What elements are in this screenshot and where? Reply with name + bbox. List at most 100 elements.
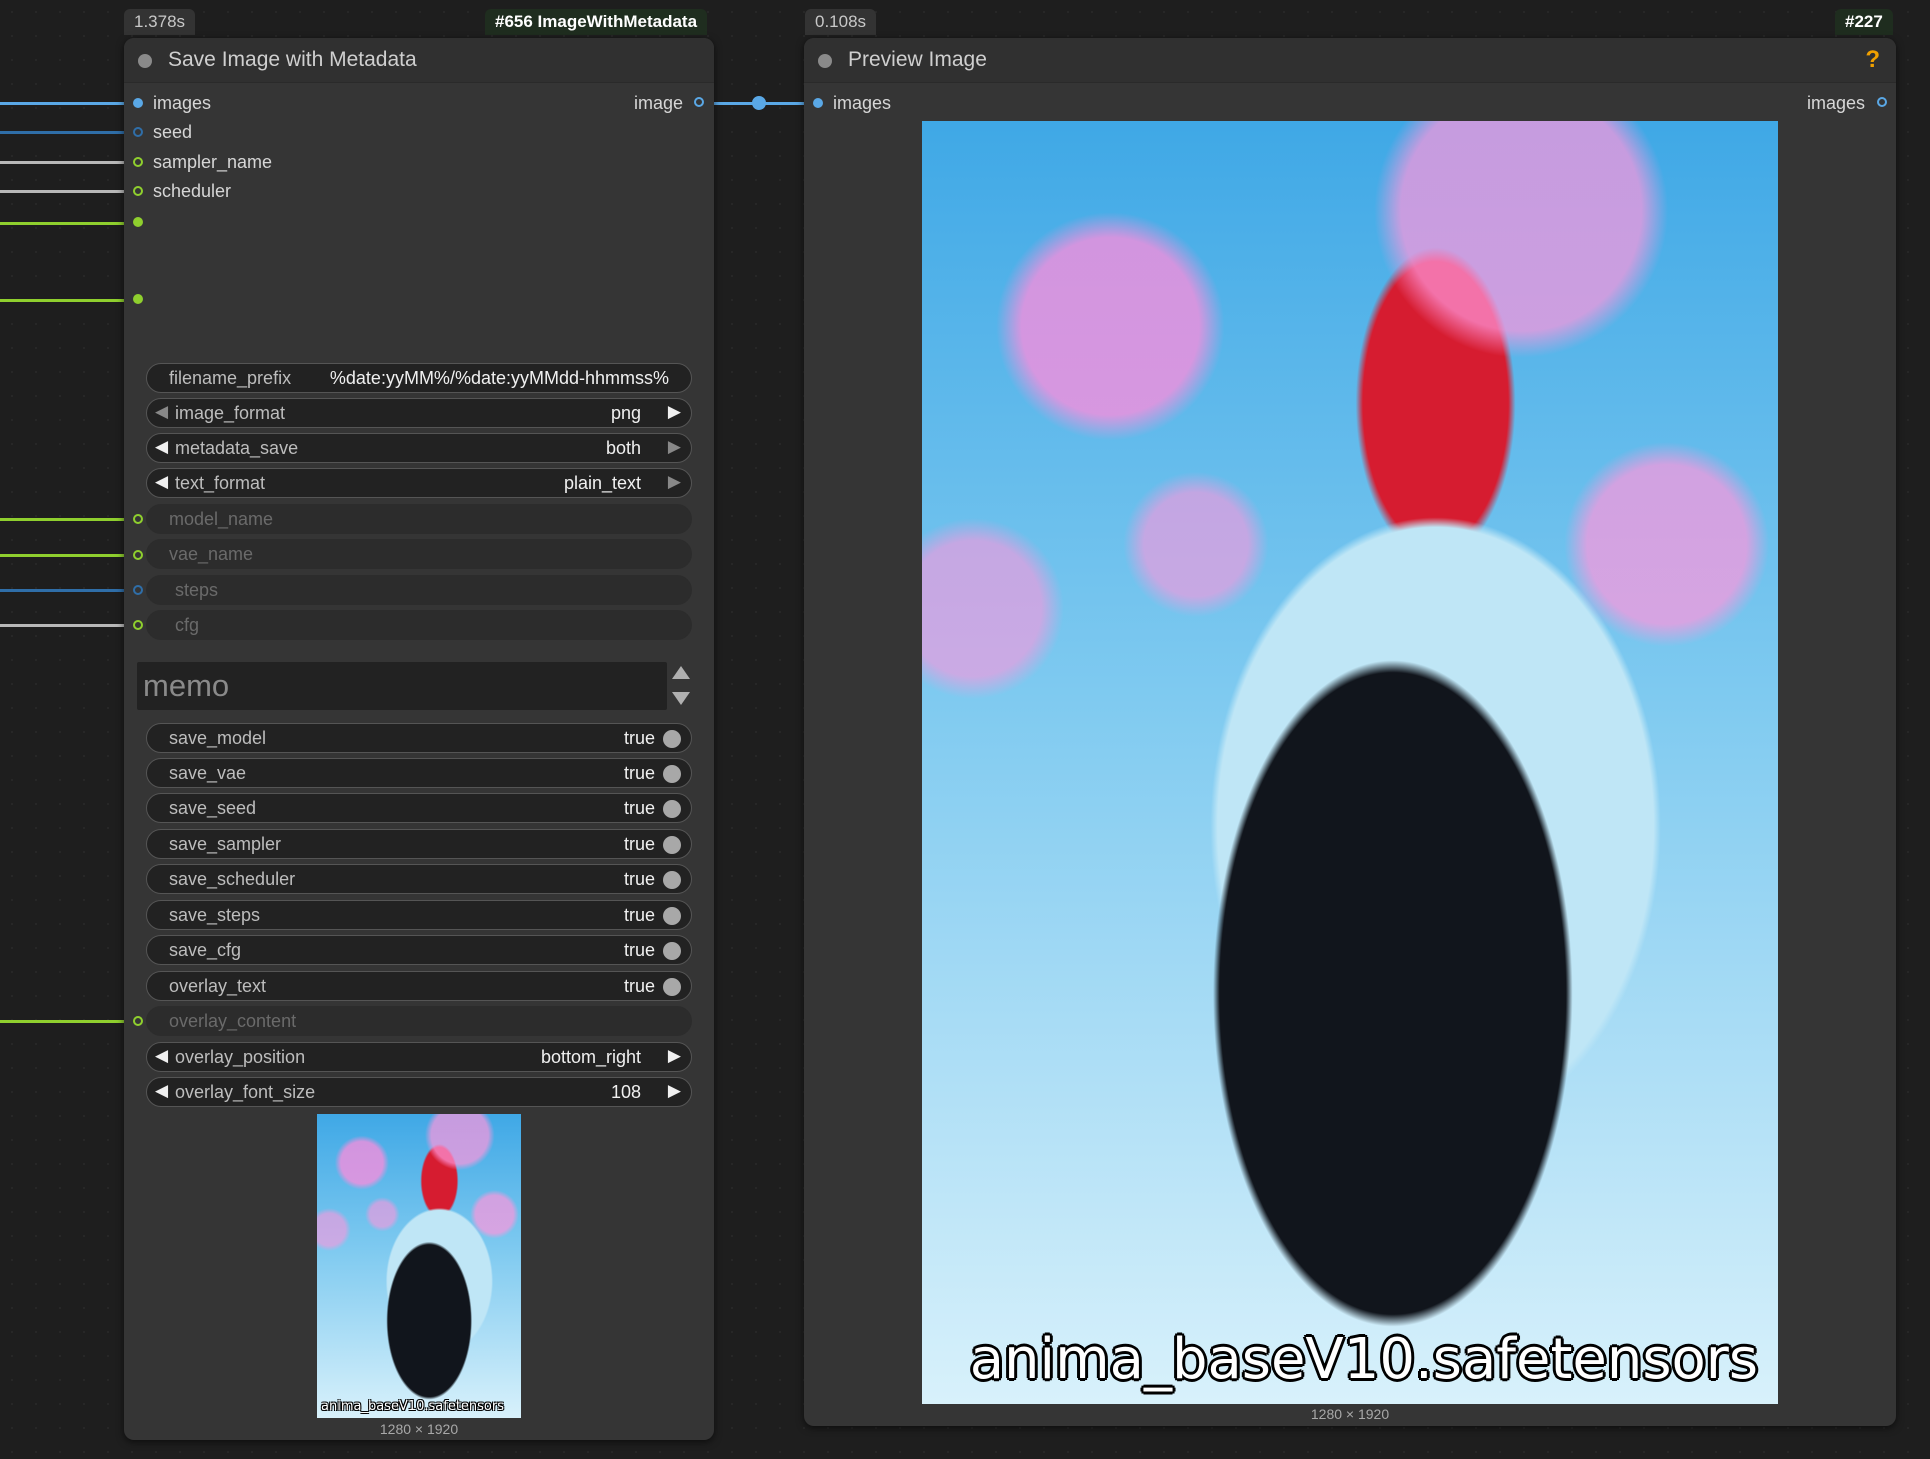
node-title-bar[interactable]: Preview Image ? — [804, 38, 1896, 83]
collapse-dot-icon[interactable] — [138, 54, 152, 68]
overlay-font-size-value: 108 — [610, 1082, 641, 1102]
input-slot-steps[interactable] — [133, 585, 143, 595]
input-slot-extra-1[interactable] — [133, 217, 143, 227]
cfg-label: cfg — [175, 615, 200, 635]
scroll-down-icon[interactable] — [672, 692, 690, 705]
save-steps-value: true — [623, 905, 655, 925]
time-badge: 1.378s — [124, 9, 196, 35]
memo-scrollbar[interactable] — [668, 662, 694, 710]
wire-reroute-dot[interactable] — [752, 96, 766, 110]
wire-scheduler — [0, 190, 124, 193]
model-name-field: model_name — [146, 504, 692, 534]
increment-arrow-icon[interactable]: ▶ — [668, 402, 681, 422]
thumbnail-dimensions: 1280 × 1920 — [379, 1421, 459, 1437]
toggle-knob-icon — [663, 907, 681, 925]
text-format-value: plain_text — [563, 473, 641, 493]
save-seed-value: true — [623, 798, 655, 818]
image-format-value: png — [610, 403, 641, 423]
save-seed-toggle[interactable]: save_seed true — [146, 793, 692, 823]
save-vae-toggle[interactable]: save_vae true — [146, 758, 692, 788]
metadata-save-label: metadata_save — [175, 438, 299, 458]
output-label-images: images — [1807, 93, 1866, 113]
output-slot-images[interactable] — [1877, 97, 1887, 107]
save-cfg-value: true — [623, 940, 655, 960]
toggle-knob-icon — [663, 978, 681, 996]
preview-dimensions: 1280 × 1920 — [1310, 1406, 1390, 1422]
decrement-arrow-icon[interactable]: ◀ — [155, 1046, 168, 1066]
input-slot-images[interactable] — [813, 98, 823, 108]
increment-arrow-icon[interactable]: ▶ — [668, 1046, 681, 1066]
time-badge: 0.108s — [805, 9, 877, 35]
overlay-content-label: overlay_content — [169, 1011, 297, 1031]
input-slot-images[interactable] — [133, 98, 143, 108]
overlay-text-toggle[interactable]: overlay_text true — [146, 971, 692, 1001]
input-slot-scheduler[interactable] — [133, 186, 143, 196]
input-slot-cfg[interactable] — [133, 620, 143, 630]
increment-arrow-icon[interactable]: ▶ — [668, 437, 681, 457]
save-sampler-toggle[interactable]: save_sampler true — [146, 829, 692, 859]
node-id-badge: #227 — [1835, 9, 1893, 35]
metadata-save-combo[interactable]: ◀ metadata_save both ▶ — [146, 433, 692, 463]
wire-steps — [0, 589, 124, 592]
save-steps-toggle[interactable]: save_steps true — [146, 900, 692, 930]
save-vae-label: save_vae — [169, 763, 247, 783]
save-scheduler-toggle[interactable]: save_scheduler true — [146, 864, 692, 894]
save-seed-label: save_seed — [169, 798, 257, 818]
save-scheduler-label: save_scheduler — [169, 869, 296, 889]
input-slot-overlay-content[interactable] — [133, 1016, 143, 1026]
collapse-dot-icon[interactable] — [818, 54, 832, 68]
node-title-bar[interactable]: Save Image with Metadata — [124, 38, 714, 83]
overlay-position-value: bottom_right — [540, 1047, 641, 1067]
memo-textarea[interactable]: memo — [137, 662, 667, 710]
preview-overlay-caption: anima_baseV10.safetensors — [969, 1327, 1758, 1392]
input-slot-extra-2[interactable] — [133, 294, 143, 304]
decrement-arrow-icon[interactable]: ◀ — [155, 472, 168, 492]
input-slot-sampler[interactable] — [133, 157, 143, 167]
toggle-knob-icon — [663, 871, 681, 889]
scroll-up-icon[interactable] — [672, 666, 690, 679]
decrement-arrow-icon[interactable]: ◀ — [155, 1081, 168, 1101]
image-format-combo[interactable]: ◀ image_format png ▶ — [146, 398, 692, 428]
wire-vae-name — [0, 554, 124, 557]
save-model-label: save_model — [169, 728, 267, 748]
vae-name-label: vae_name — [169, 544, 254, 564]
text-format-label: text_format — [175, 473, 266, 493]
save-cfg-toggle[interactable]: save_cfg true — [146, 935, 692, 965]
wire-sampler — [0, 161, 124, 164]
overlay-text-value: true — [623, 976, 655, 996]
decrement-arrow-icon[interactable]: ◀ — [155, 437, 168, 457]
input-slot-model-name[interactable] — [133, 514, 143, 524]
wire-overlay-content — [0, 1020, 124, 1023]
save-model-value: true — [623, 728, 655, 748]
increment-arrow-icon[interactable]: ▶ — [668, 472, 681, 492]
node-id-badge: #656 ImageWithMetadata — [485, 9, 708, 35]
input-slot-vae-name[interactable] — [133, 550, 143, 560]
save-model-toggle[interactable]: save_model true — [146, 723, 692, 753]
thumbnail-overlay-caption: anima_baseV10.safetensors — [321, 1399, 504, 1414]
node-title: Save Image with Metadata — [168, 48, 417, 71]
decrement-arrow-icon[interactable]: ◀ — [155, 402, 168, 422]
node-title: Preview Image — [848, 48, 987, 71]
input-label-scheduler: scheduler — [153, 181, 232, 201]
input-label-sampler: sampler_name — [153, 152, 273, 172]
cfg-field: cfg — [146, 610, 692, 640]
wire-cfg — [0, 624, 124, 627]
overlay-font-size-stepper[interactable]: ◀ overlay_font_size 108 ▶ — [146, 1077, 692, 1107]
toggle-knob-icon — [663, 800, 681, 818]
input-label-seed: seed — [153, 122, 193, 142]
saved-image-thumbnail[interactable]: anima_baseV10.safetensors — [317, 1114, 521, 1418]
overlay-text-label: overlay_text — [169, 976, 267, 996]
steps-field: steps — [146, 575, 692, 605]
output-slot-image[interactable] — [694, 97, 704, 107]
filename-prefix-value: %date:yyMM%/%date:yyMMdd-hhmmss% — [329, 368, 669, 388]
help-icon[interactable]: ? — [1865, 46, 1880, 74]
model-name-label: model_name — [169, 509, 274, 529]
memo-placeholder: memo — [143, 668, 230, 703]
filename-prefix-field[interactable]: filename_prefix %date:yyMM%/%date:yyMMdd… — [146, 363, 692, 393]
toggle-knob-icon — [663, 836, 681, 854]
input-slot-seed[interactable] — [133, 127, 143, 137]
text-format-combo[interactable]: ◀ text_format plain_text ▶ — [146, 468, 692, 498]
increment-arrow-icon[interactable]: ▶ — [668, 1081, 681, 1101]
preview-image[interactable]: anima_baseV10.safetensors — [922, 121, 1778, 1404]
overlay-position-combo[interactable]: ◀ overlay_position bottom_right ▶ — [146, 1042, 692, 1072]
